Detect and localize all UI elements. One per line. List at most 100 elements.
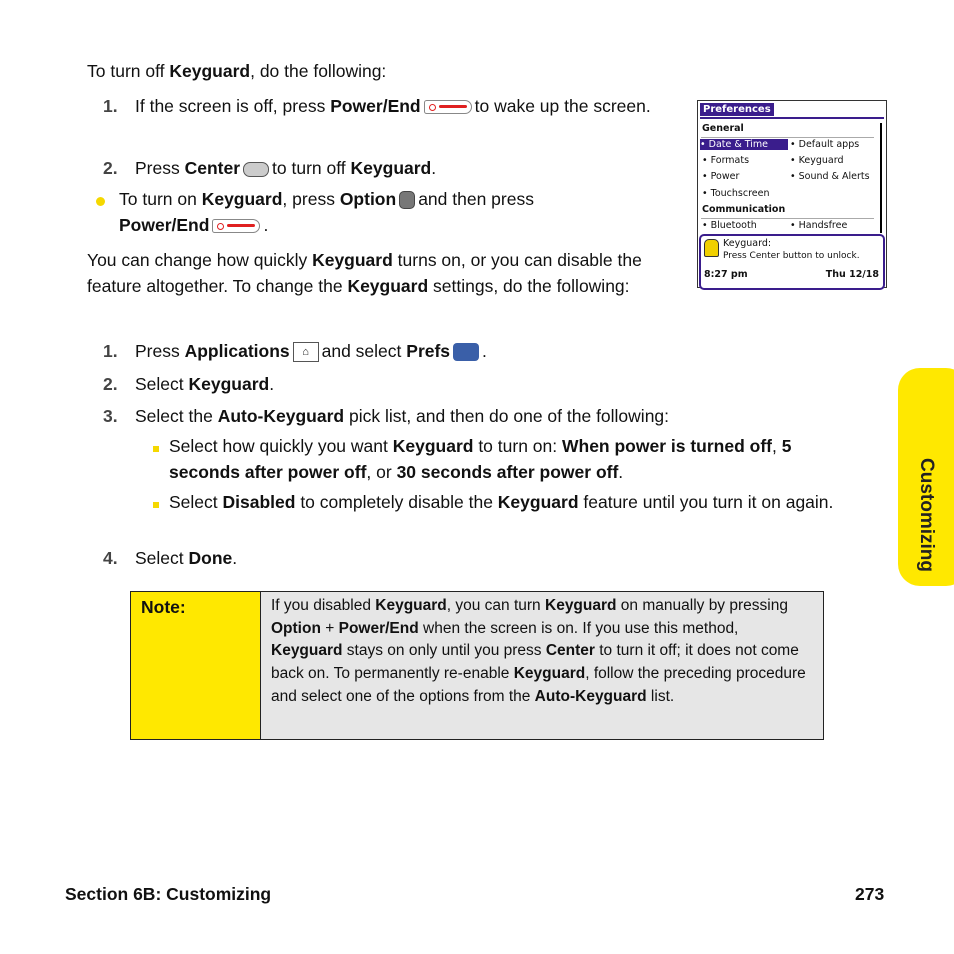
bold-term: Keyguard: [350, 158, 432, 178]
bold-term: Applications: [184, 341, 290, 361]
text-run: If you disabled: [271, 597, 376, 614]
step-3b: Select the Auto-Keyguard pick list, and …: [135, 403, 855, 429]
paragraph: You can change how quickly Keyguard turn…: [87, 247, 687, 299]
text-run: .: [482, 341, 487, 361]
text-run: on manually by pressing: [616, 597, 788, 614]
step-2b: Select Keyguard.: [135, 371, 735, 397]
bold-term: Keyguard: [169, 61, 251, 81]
note-label: Note:: [131, 592, 261, 739]
step-4b: Select Done.: [135, 545, 237, 571]
device-item: • Bluetooth: [702, 220, 757, 231]
scrollbar: [880, 123, 882, 233]
text-run: If the screen is off, press: [135, 96, 331, 116]
text-run: .: [618, 462, 624, 482]
note-text: If you disabled Keyguard, you can turn K…: [261, 592, 823, 739]
step-number: 2.: [103, 158, 118, 178]
bold-term: Power/End: [330, 96, 421, 116]
bold-term: Keyguard: [375, 597, 447, 614]
option-icon: [399, 191, 416, 210]
text-run: .: [269, 374, 275, 394]
sub-bullet-icon: [153, 502, 159, 508]
text-run: , or: [366, 462, 397, 482]
text-run: to completely disable the: [295, 492, 498, 512]
step-number: 3.: [103, 406, 118, 426]
device-item: • Formats: [702, 155, 750, 166]
bold-term: Keyguard: [497, 492, 579, 512]
bold-term: Disabled: [222, 492, 296, 512]
sub-item: Select Disabled to completely disable th…: [169, 489, 859, 515]
step-number: 1.: [103, 96, 118, 116]
bold-term: Keyguard: [188, 374, 270, 394]
device-item: • Default apps: [790, 139, 860, 150]
step-number: 4.: [103, 548, 118, 568]
bold-term: Keyguard: [545, 597, 617, 614]
text-run: pick list, and then do one of the follow…: [344, 406, 670, 426]
device-item: • Handsfree: [790, 220, 848, 231]
text-run: and select: [321, 341, 407, 361]
section-tab: Customizing: [898, 368, 954, 586]
applications-icon: ⌂: [292, 342, 319, 363]
text-run: Select the: [135, 406, 218, 426]
bold-term: Auto-Keyguard: [534, 687, 647, 705]
tip-text: To turn on Keyguard, press Option and the…: [119, 186, 609, 238]
text-run: stays on only until you press: [342, 642, 546, 660]
bullet-icon: [96, 197, 105, 206]
power-end-icon: [212, 219, 261, 234]
manual-page: To turn off Keyguard, do the following: …: [0, 0, 954, 954]
step-1b: Press Applications ⌂ and select Prefs.: [135, 338, 735, 364]
keyguard-title: Keyguard:: [723, 238, 772, 249]
text-run: You can change how quickly: [87, 250, 313, 270]
text-run: , do the following:: [250, 61, 387, 81]
bold-term: Keyguard: [271, 642, 343, 660]
step-number: 2.: [103, 374, 118, 394]
center-icon: [243, 161, 270, 177]
bold-term: Center: [545, 642, 595, 660]
bold-term: Center: [184, 158, 241, 178]
lock-icon: [704, 239, 719, 257]
bold-term: Power/End: [338, 619, 419, 637]
bold-term: Option: [271, 619, 321, 637]
device-item: • Power: [702, 171, 740, 182]
sub-bullet-icon: [153, 446, 159, 452]
text-run: Select: [169, 492, 223, 512]
text-run: Select: [135, 374, 189, 394]
page-number: 273: [855, 884, 885, 904]
text-run: , press: [282, 189, 340, 209]
section-tab-label: Customizing: [916, 458, 937, 572]
device-item: • Sound & Alerts: [790, 171, 870, 182]
keyguard-message: Press Center button to unlock.: [723, 251, 860, 261]
device-title: Preferences: [700, 103, 774, 116]
footer-section: Section 6B: Customizing: [65, 884, 272, 904]
device-item: • Date & Time: [700, 139, 788, 150]
text-run: .: [431, 158, 437, 178]
text-run: to wake up the screen.: [474, 96, 651, 116]
bold-term: Keyguard: [201, 189, 283, 209]
text-run: To turn on: [119, 189, 202, 209]
text-run: feature until you turn it on again.: [578, 492, 834, 512]
device-item: • Keyguard: [790, 155, 844, 166]
text-run: to turn off: [272, 158, 351, 178]
bold-term: Power/End: [119, 215, 210, 235]
text-run: Select how quickly you want: [169, 436, 393, 456]
bold-term: Keyguard: [347, 276, 429, 296]
bold-term: Option: [339, 189, 397, 209]
text-run: settings, do the following:: [428, 276, 630, 296]
bold-term: Keyguard: [392, 436, 474, 456]
bold-term: Auto-Keyguard: [217, 406, 345, 426]
bold-term: 30 seconds after power off: [396, 462, 619, 482]
text-run: and then press: [418, 189, 534, 209]
text-run: .: [232, 548, 238, 568]
power-end-icon: [423, 100, 472, 115]
text-run: Press: [135, 341, 185, 361]
prefs-icon: [453, 343, 480, 362]
step-2: Press Center to turn off Keyguard.: [135, 155, 665, 181]
device-heading: Communication: [702, 204, 786, 215]
text-run: Select: [135, 548, 189, 568]
bold-term: Prefs: [406, 341, 451, 361]
bold-term: When power is turned off: [561, 436, 772, 456]
sub-item: Select how quickly you want Keyguard to …: [169, 433, 859, 485]
intro-text: To turn off Keyguard, do the following:: [87, 58, 386, 84]
text-run: .: [263, 215, 269, 235]
bold-term: Keyguard: [513, 665, 586, 683]
bold-term: Keyguard: [312, 250, 393, 270]
